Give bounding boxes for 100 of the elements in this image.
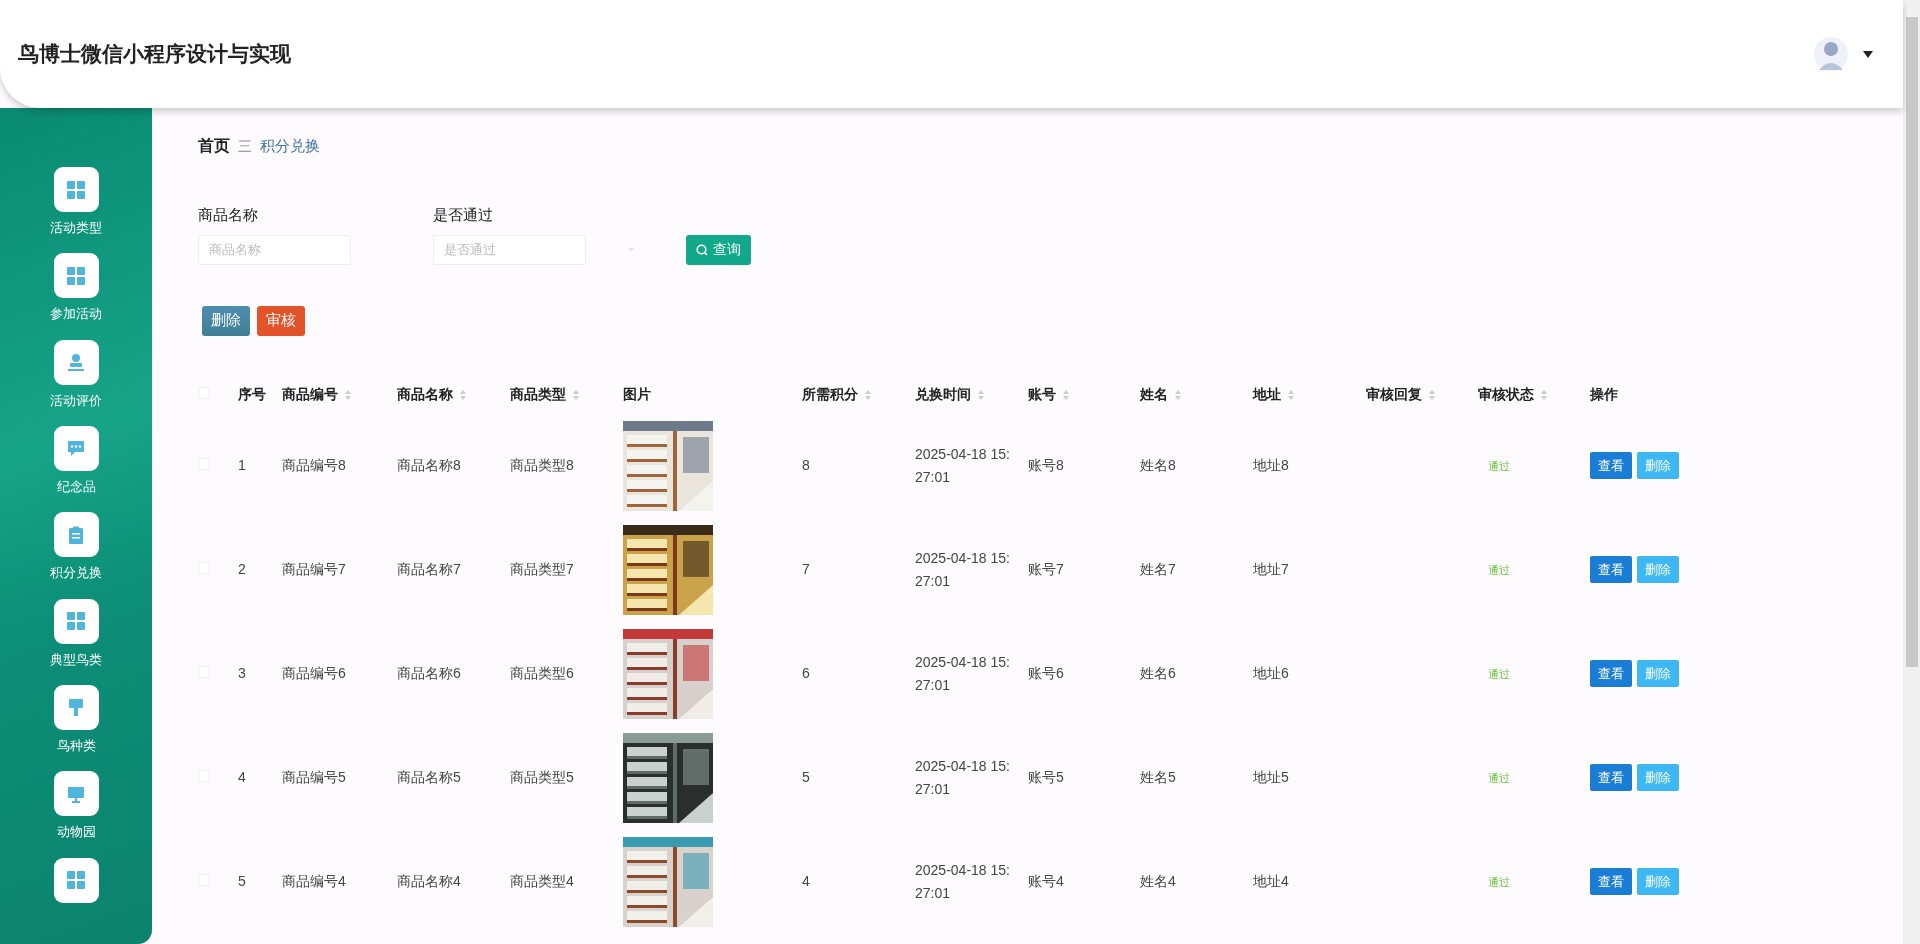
table-cell-text: 商品类型8: [510, 456, 575, 475]
table-cell-text: 姓名8: [1140, 456, 1177, 475]
table-cell-text: 账号4: [1028, 872, 1065, 891]
grid-icon: [67, 871, 85, 890]
table-cell-text: 5: [238, 872, 247, 891]
sort-icon[interactable]: [344, 389, 352, 402]
sortable-header[interactable]: 账号: [1028, 386, 1056, 402]
view-button[interactable]: 查看: [1590, 556, 1632, 583]
view-button[interactable]: 查看: [1590, 660, 1632, 687]
table-cell-text: 4: [802, 872, 811, 891]
table-cell-text: 商品编号6: [282, 664, 347, 683]
sidebar-item[interactable]: [53, 857, 99, 903]
avatar[interactable]: [1813, 34, 1849, 74]
chat-icon: [67, 439, 85, 458]
scrollbar[interactable]: [1903, 0, 1920, 944]
sortable-header[interactable]: 商品类型: [510, 386, 566, 402]
sidebar-label: 鸟种类: [56, 736, 96, 755]
table-cell-text: 商品编号8: [282, 456, 347, 475]
delete-button[interactable]: 删除: [1637, 868, 1679, 895]
sort-icon[interactable]: [1540, 389, 1548, 402]
sidebar-label: 参加活动: [50, 305, 102, 324]
table-cell-text: 商品编号5: [282, 768, 347, 787]
sidebar-label: 典型鸟类: [50, 650, 102, 669]
sortable-header[interactable]: 商品编号: [282, 386, 338, 402]
table-cell-text: 2025-04-18 15:27:01: [915, 652, 1011, 695]
sidebar-label: 动物园: [56, 823, 96, 842]
table-cell-text: 姓名7: [1140, 560, 1177, 579]
view-button[interactable]: 查看: [1590, 764, 1632, 791]
sortable-header[interactable]: 地址: [1253, 386, 1281, 402]
table-cell-text: 商品类型6: [510, 664, 575, 683]
sidebar-label: 活动类型: [50, 219, 102, 237]
sort-icon[interactable]: [572, 389, 580, 402]
status-text: 通过: [1488, 564, 1510, 576]
select-field[interactable]: 是否通过: [433, 234, 586, 265]
column-header: 操作: [1590, 386, 1618, 402]
sidebar-item[interactable]: [53, 598, 99, 644]
sort-icon[interactable]: [1287, 389, 1295, 402]
sidebar-item[interactable]: [53, 771, 99, 817]
input-field[interactable]: 商品名称: [198, 234, 351, 265]
table-cell-text: 2025-04-18 15:27:01: [915, 860, 1011, 903]
table-cell-text: 账号6: [1028, 664, 1065, 683]
delete-button[interactable]: 删除: [1637, 556, 1679, 583]
app-title: 鸟博士微信小程序设计与实现: [18, 41, 291, 68]
table-cell-text: 2025-04-18 15:27:01: [915, 548, 1011, 591]
delete-button[interactable]: 删除: [202, 305, 250, 336]
table-cell-text: 地址7: [1253, 560, 1290, 579]
table-cell-text: 账号8: [1028, 456, 1065, 475]
grid-icon: [67, 180, 85, 199]
table-cell-text: 姓名4: [1140, 872, 1177, 891]
table-cell-text: 商品编号4: [282, 872, 347, 891]
table-cell-text: 账号7: [1028, 560, 1065, 579]
sort-icon[interactable]: [1174, 389, 1182, 402]
sidebar-item[interactable]: [53, 512, 99, 558]
sort-icon[interactable]: [977, 389, 985, 402]
sort-icon[interactable]: [1062, 389, 1070, 402]
field-label: 商品名称: [198, 205, 259, 225]
table-cell-text: 商品名称7: [397, 560, 462, 579]
table-cell-text: 4: [238, 768, 247, 787]
table-cell-text: 姓名6: [1140, 664, 1177, 683]
field-label: 是否通过: [433, 205, 494, 225]
view-button[interactable]: 查看: [1590, 452, 1632, 479]
sortable-header[interactable]: 审核回复: [1366, 386, 1422, 402]
sort-icon[interactable]: [1428, 389, 1436, 402]
sortable-header[interactable]: 所需积分: [802, 386, 858, 402]
table-cell-text: 6: [802, 664, 811, 683]
sidebar-item[interactable]: [53, 339, 99, 385]
sidebar-item[interactable]: [53, 426, 99, 471]
status-text: 通过: [1488, 668, 1510, 680]
sidebar-item[interactable]: [53, 253, 99, 299]
table-cell-text: 地址8: [1253, 456, 1290, 475]
sortable-header[interactable]: 兑换时间: [915, 386, 971, 402]
sidebar-item[interactable]: [53, 167, 99, 212]
sort-icon[interactable]: [459, 389, 467, 402]
view-button[interactable]: 查看: [1590, 868, 1632, 895]
breadcrumb-home[interactable]: 首页: [198, 134, 230, 158]
table-cell-text: 地址5: [1253, 768, 1290, 787]
table-cell-text: 2025-04-18 15:27:01: [915, 444, 1011, 487]
table-cell-text: 账号5: [1028, 768, 1065, 787]
stamp-icon: [67, 353, 85, 372]
search-button[interactable]: 查询: [686, 234, 751, 265]
table-cell-text: 商品名称4: [397, 872, 462, 891]
search-icon: [696, 243, 708, 256]
review-button[interactable]: 审核: [257, 305, 305, 336]
delete-button[interactable]: 删除: [1637, 764, 1679, 791]
delete-button[interactable]: 删除: [1637, 452, 1679, 479]
delete-button[interactable]: 删除: [1637, 660, 1679, 687]
grid-icon: [67, 266, 85, 285]
sortable-header[interactable]: 审核状态: [1478, 386, 1534, 402]
sidebar-item[interactable]: [53, 684, 99, 730]
status-text: 通过: [1488, 772, 1510, 784]
status-text: 通过: [1488, 460, 1510, 472]
brush-icon: [67, 698, 85, 717]
table-cell-text: 商品类型5: [510, 768, 575, 787]
sortable-header[interactable]: 商品名称: [397, 386, 453, 402]
caret-icon[interactable]: [1863, 50, 1873, 58]
sort-icon[interactable]: [864, 389, 872, 402]
table-cell-text: 地址6: [1253, 664, 1290, 683]
breadcrumb-current[interactable]: 积分兑换: [260, 134, 320, 158]
table-cell-text: 2: [238, 560, 247, 579]
sortable-header[interactable]: 姓名: [1140, 386, 1168, 402]
